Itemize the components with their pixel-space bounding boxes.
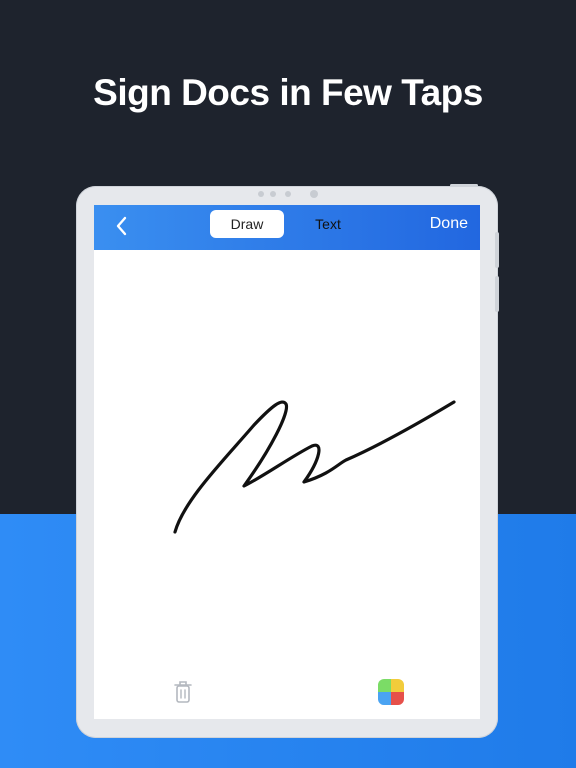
page-title: Sign Docs in Few Taps (93, 72, 483, 113)
tablet-top-button (450, 184, 478, 187)
tab-text[interactable]: Text (300, 210, 356, 238)
tablet-screen: Draw Text Done (94, 205, 480, 719)
clear-button[interactable] (172, 679, 194, 705)
signature-toolbar: Draw Text Done (94, 205, 480, 250)
signature-canvas[interactable] (94, 250, 480, 650)
color-palette-icon (378, 692, 391, 705)
camera-sensor (270, 191, 276, 197)
back-button[interactable] (112, 214, 132, 238)
camera-sensor (258, 191, 264, 197)
signature-stroke (173, 400, 456, 534)
tablet-side-button (495, 276, 499, 312)
tab-draw[interactable]: Draw (210, 210, 284, 238)
color-palette-icon (391, 679, 404, 692)
camera-sensor (285, 191, 291, 197)
color-palette-icon (391, 692, 404, 705)
tablet-side-button (495, 232, 499, 268)
color-palette-button[interactable] (378, 679, 404, 705)
done-button[interactable]: Done (430, 213, 468, 235)
camera-lens (310, 190, 318, 198)
color-palette-icon (378, 679, 391, 692)
chevron-left-icon (116, 216, 127, 236)
trash-icon (174, 681, 192, 703)
